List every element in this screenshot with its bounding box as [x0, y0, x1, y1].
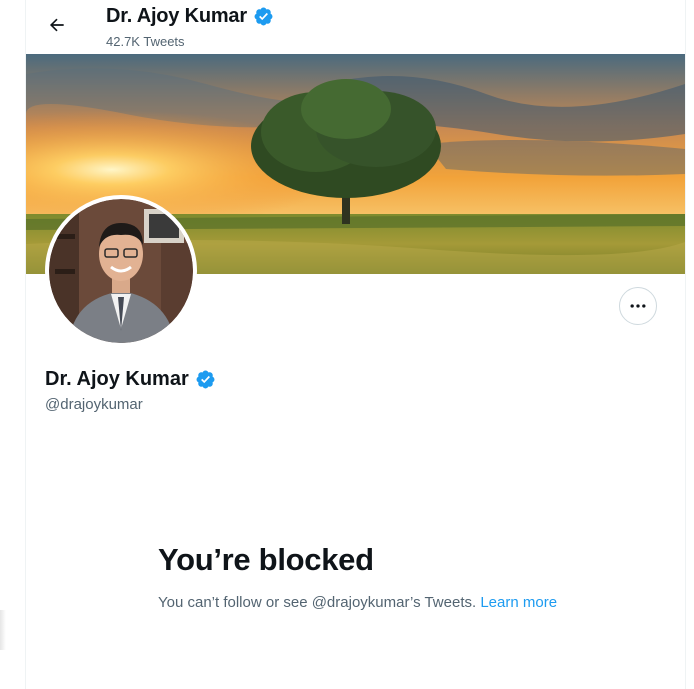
back-arrow-icon	[49, 18, 64, 32]
header-tweet-count: 42.7K Tweets	[106, 34, 185, 49]
more-options-button[interactable]	[619, 287, 657, 325]
left-edge-shadow	[0, 610, 6, 650]
learn-more-link[interactable]: Learn more	[480, 594, 557, 611]
blocked-message: You can’t follow or see @drajoykumar’s T…	[158, 592, 568, 614]
header-name-text: Dr. Ajoy Kumar	[106, 5, 247, 27]
verified-badge-icon	[254, 7, 273, 26]
header-title: Dr. Ajoy Kumar	[106, 5, 274, 28]
more-options-icon	[630, 304, 646, 308]
top-header: Dr. Ajoy Kumar 42.7K Tweets	[26, 0, 685, 53]
back-button[interactable]	[40, 10, 74, 40]
profile-avatar[interactable]	[45, 195, 197, 347]
blocked-message-text: You can’t follow or see @drajoykumar’s T…	[158, 594, 481, 611]
verified-badge-icon	[196, 370, 215, 389]
profile-name-text: Dr. Ajoy Kumar	[45, 368, 189, 390]
profile-column: Dr. Ajoy Kumar 42.7K Tweets Dr. Ajoy Kum…	[25, 0, 686, 689]
profile-handle: @drajoykumar	[45, 396, 143, 413]
blocked-title: You’re blocked	[158, 542, 374, 577]
profile-name: Dr. Ajoy Kumar	[45, 368, 216, 391]
